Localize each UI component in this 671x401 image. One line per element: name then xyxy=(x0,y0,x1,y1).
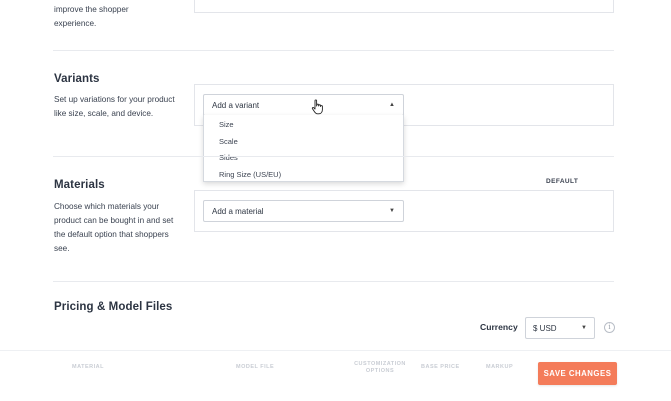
variant-option-scale[interactable]: Scale xyxy=(204,134,403,151)
currency-select[interactable]: $ USD ▼ xyxy=(525,317,595,339)
column-header-customization-options: CUSTOMIZATION OPTIONS xyxy=(354,361,406,374)
divider xyxy=(53,281,614,282)
variant-options-dropdown: Size Scale Sides Ring Size (US/EU) xyxy=(203,115,404,182)
column-header-material: MATERIAL xyxy=(72,364,105,370)
variant-option-ring-size[interactable]: Ring Size (US/EU) xyxy=(204,167,403,184)
caret-up-icon: ▲ xyxy=(389,102,395,108)
materials-description: Choose which materials your product can … xyxy=(54,202,174,253)
info-icon[interactable]: i xyxy=(604,322,615,333)
column-header-model-file: MODEL FILE xyxy=(236,364,275,370)
save-changes-button[interactable]: SAVE CHANGES xyxy=(538,362,617,385)
currency-label: Currency xyxy=(480,322,518,332)
add-material-select-value: Add a material xyxy=(212,206,264,216)
materials-title: Materials xyxy=(54,179,105,191)
divider xyxy=(53,50,614,51)
variant-option-sides[interactable]: Sides xyxy=(204,150,403,167)
caret-down-icon: ▼ xyxy=(389,208,395,214)
currency-select-value: $ USD xyxy=(533,323,557,333)
variant-option-size[interactable]: Size xyxy=(204,117,403,134)
add-variant-select[interactable]: Add a variant ▲ xyxy=(203,94,404,116)
divider xyxy=(53,156,614,157)
caret-down-icon: ▼ xyxy=(581,325,587,331)
column-header-base-price: BASE PRICE xyxy=(421,364,460,370)
add-material-select[interactable]: Add a material ▼ xyxy=(203,200,404,222)
add-variant-select-value: Add a variant xyxy=(212,100,260,110)
pricing-title: Pricing & Model Files xyxy=(54,301,173,313)
hand-pointer-icon xyxy=(311,99,323,115)
column-header-markup: MARKUP xyxy=(486,364,514,370)
top-section-description: improve the shopper experience. xyxy=(54,5,129,28)
top-section-panel xyxy=(194,0,614,13)
default-column-label: DEFAULT xyxy=(546,178,579,185)
variants-description: Set up variations for your product like … xyxy=(54,95,175,118)
variants-title: Variants xyxy=(54,73,100,85)
